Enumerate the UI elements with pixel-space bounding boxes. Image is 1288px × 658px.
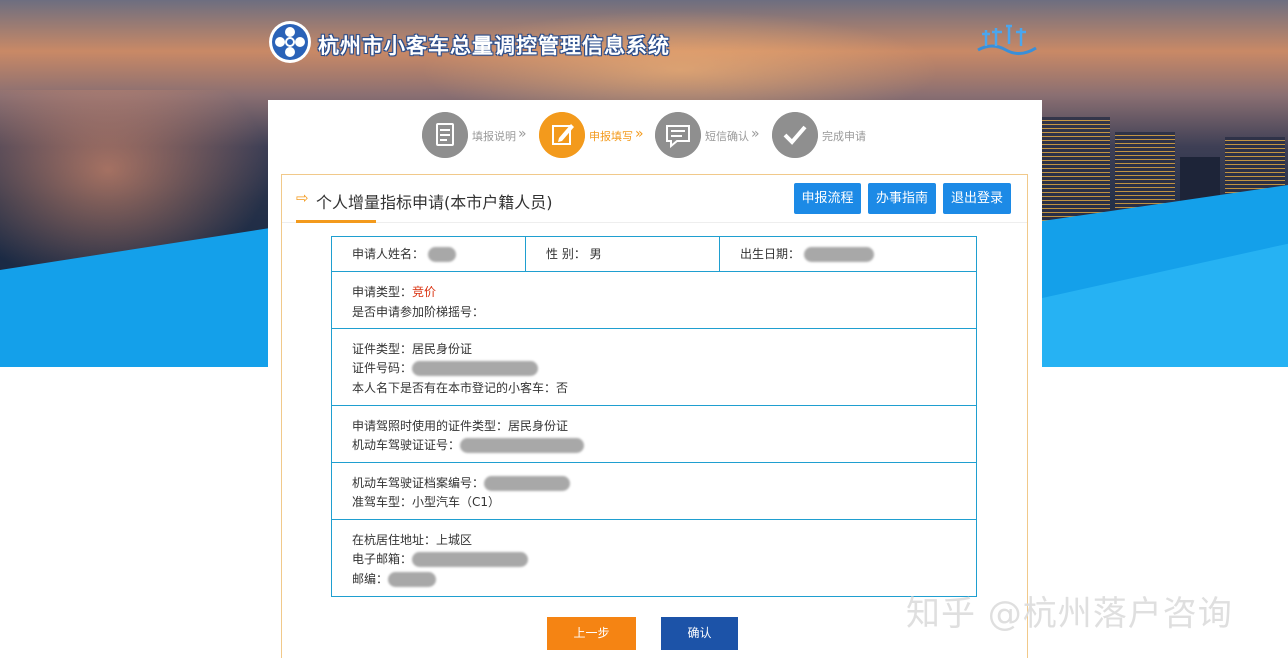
table-row: 申请人姓名： 性 别： 男 出生日期：: [332, 237, 976, 272]
license-number-line: 机动车驾驶证证号：: [352, 436, 585, 453]
redacted-value: [803, 247, 874, 262]
process-button[interactable]: 申报流程: [794, 183, 861, 214]
previous-step-button[interactable]: 上一步: [547, 617, 636, 650]
guide-button[interactable]: 办事指南: [868, 183, 936, 214]
city-emblem-icon: [977, 24, 1037, 55]
email-label: 电子邮箱：: [352, 552, 413, 566]
form-title: 个人增量指标申请(本市户籍人员): [316, 193, 553, 212]
edit-icon: [539, 112, 585, 158]
address-line: 在杭居住地址：上城区: [352, 531, 472, 548]
chevron-right-icon: »: [751, 126, 760, 142]
site-title: 杭州市小客车总量调控管理信息系统: [318, 34, 670, 58]
apply-type-line: 申请类型：竞价: [352, 283, 436, 300]
vehicle-class-label: 准驾车型：: [352, 495, 413, 509]
gender-cell: 性 别： 男: [526, 237, 602, 271]
owns-car-label: 本人名下是否有在本市登记的小客车：: [352, 381, 557, 395]
site-logo-icon: [269, 21, 311, 63]
table-row: 机动车驾驶证档案编号： 准驾车型：小型汽车（C1）: [332, 463, 976, 520]
step-label: 完成申请: [822, 130, 866, 143]
step-label: 申报填写: [589, 130, 633, 143]
message-icon: [655, 112, 701, 158]
gender-label: 性 别：: [546, 247, 586, 261]
address-label: 在杭居住地址：: [352, 533, 437, 547]
id-type-line: 证件类型：居民身份证: [352, 340, 472, 357]
chevron-right-icon: »: [635, 126, 644, 142]
ladder-label: 是否申请参加阶梯摇号：: [352, 305, 485, 319]
birth-cell: 出生日期：: [720, 237, 874, 271]
id-number-line: 证件号码：: [352, 359, 539, 376]
id-number-label: 证件号码：: [352, 361, 413, 375]
vehicle-class-line: 准驾车型：小型汽车（C1）: [352, 493, 500, 510]
id-type-value: 居民身份证: [412, 342, 473, 356]
form-header: ⇨ 个人增量指标申请(本市户籍人员) 申报流程 办事指南 退出登录: [282, 175, 1027, 223]
address-value: 上城区: [436, 533, 473, 547]
owns-car-value: 否: [556, 381, 569, 395]
chevron-right-icon: »: [518, 126, 527, 142]
table-row: 在杭居住地址：上城区 电子邮箱： 邮编：: [332, 520, 976, 596]
step-label: 填报说明: [472, 130, 516, 143]
apply-type-label: 申请类型：: [352, 285, 413, 299]
applicant-name-label: 申请人姓名：: [352, 247, 425, 261]
table-row: 证件类型：居民身份证 证件号码： 本人名下是否有在本市登记的小客车：否: [332, 329, 976, 406]
vehicle-class-value: 小型汽车（C1）: [412, 495, 501, 509]
redacted-value: [460, 438, 585, 453]
ladder-line: 是否申请参加阶梯摇号：: [352, 303, 484, 320]
check-icon: [772, 112, 818, 158]
progress-steps: 填报说明 » 申报填写 » 短信确认 » 完成申请: [422, 112, 882, 160]
license-number-label: 机动车驾驶证证号：: [352, 438, 461, 452]
applicant-name-cell: 申请人姓名：: [332, 237, 456, 271]
watermark: 知乎 @杭州落户咨询: [906, 594, 1233, 634]
redacted-value: [484, 476, 571, 491]
redacted-value: [412, 552, 529, 567]
table-row: 申请驾照时使用的证件类型：居民身份证 机动车驾驶证证号：: [332, 406, 976, 463]
email-line: 电子邮箱：: [352, 550, 529, 567]
arrow-right-icon: ⇨: [296, 189, 309, 207]
step-label: 短信确认: [705, 130, 749, 143]
redacted-value: [412, 361, 539, 376]
redacted-value: [427, 247, 456, 262]
confirm-button[interactable]: 确认: [661, 617, 738, 650]
redacted-value: [388, 572, 437, 587]
gender-value: 男: [589, 247, 602, 261]
license-id-type-label: 申请驾照时使用的证件类型：: [352, 419, 509, 433]
logout-button[interactable]: 退出登录: [943, 183, 1011, 214]
apply-type-value: 竞价: [412, 285, 437, 299]
document-icon: [422, 112, 468, 158]
owns-car-line: 本人名下是否有在本市登记的小客车：否: [352, 379, 568, 396]
license-file-line: 机动车驾驶证档案编号：: [352, 474, 571, 491]
title-underline: [296, 220, 376, 223]
zip-label: 邮编：: [352, 572, 389, 586]
license-id-type-line: 申请驾照时使用的证件类型：居民身份证: [352, 417, 568, 434]
applicant-info-table: 申请人姓名： 性 别： 男 出生日期： 申请类型：竞价 是否申请参加阶梯摇号： …: [331, 236, 977, 597]
birth-label: 出生日期：: [740, 247, 801, 261]
table-row: 申请类型：竞价 是否申请参加阶梯摇号：: [332, 272, 976, 329]
zip-line: 邮编：: [352, 570, 437, 587]
id-type-label: 证件类型：: [352, 342, 413, 356]
license-file-label: 机动车驾驶证档案编号：: [352, 476, 485, 490]
license-id-type-value: 居民身份证: [508, 419, 569, 433]
